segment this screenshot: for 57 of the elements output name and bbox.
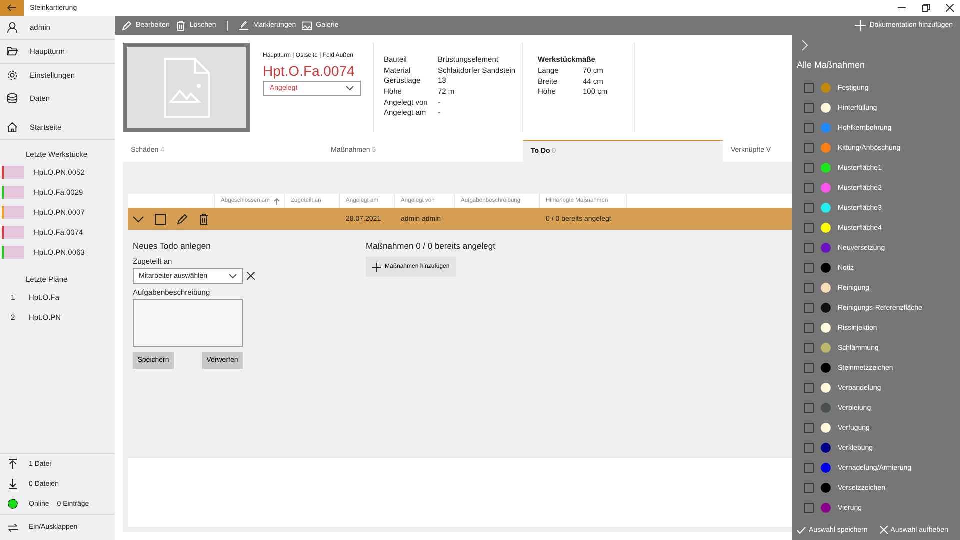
checkbox[interactable]: [804, 343, 814, 353]
maximize-icon[interactable]: [922, 4, 930, 12]
sort-arrow-icon: [274, 198, 280, 204]
chevron-down-icon: [346, 86, 354, 91]
back-button[interactable]: [0, 0, 24, 16]
checkbox[interactable]: [804, 363, 814, 373]
checkbox[interactable]: [804, 103, 814, 113]
trash-icon[interactable]: [199, 214, 209, 224]
upload-icon: [8, 459, 18, 469]
checkbox[interactable]: [804, 123, 814, 133]
form-title: Neues Todo anlegen: [133, 241, 212, 251]
checkbox[interactable]: [804, 443, 814, 453]
close-icon[interactable]: [946, 4, 954, 12]
panel-title: Alle Maßnahmen: [797, 60, 866, 70]
plus-icon: [372, 262, 381, 272]
measures-heading: Maßnahmen 0 / 0 bereits angelegt: [366, 241, 496, 251]
home-icon: [7, 122, 18, 133]
checkbox[interactable]: [804, 223, 814, 233]
checkbox[interactable]: [804, 323, 814, 333]
image-file-icon: [162, 56, 210, 118]
back-arrow-icon: [7, 4, 17, 12]
checkbox[interactable]: [804, 383, 814, 393]
image-icon: [302, 20, 312, 30]
checkbox[interactable]: [804, 283, 814, 293]
trash-icon: [176, 20, 186, 30]
checkbox[interactable]: [804, 183, 814, 193]
chevron-icon[interactable]: [133, 214, 144, 224]
checkbox[interactable]: [804, 203, 814, 213]
checkbox[interactable]: [804, 483, 814, 493]
clear-icon[interactable]: [247, 272, 255, 280]
download-icon: [8, 479, 18, 489]
signature-pen-icon: [239, 20, 250, 30]
close-icon: [880, 526, 888, 534]
folder-icon: [7, 46, 18, 57]
piece-id: Hpt.O.Fa.0074: [263, 63, 356, 79]
description-field[interactable]: [133, 299, 243, 347]
plus-icon: [854, 20, 866, 31]
checkbox[interactable]: [804, 403, 814, 413]
checkbox[interactable]: [804, 303, 814, 313]
chevron-down-icon: [229, 274, 237, 278]
user-icon: [7, 22, 18, 33]
pencil-icon[interactable]: [177, 214, 188, 224]
checkbox[interactable]: [804, 263, 814, 273]
checkbox[interactable]: [804, 423, 814, 433]
checkbox[interactable]: [804, 83, 814, 93]
checkbox[interactable]: [804, 143, 814, 153]
checkmark-icon: [797, 526, 806, 534]
swap-arrows-icon: [8, 522, 18, 532]
chevron-right-icon[interactable]: [802, 40, 808, 51]
checkbox[interactable]: [804, 463, 814, 473]
checkbox[interactable]: [155, 214, 166, 224]
checkbox[interactable]: [804, 503, 814, 513]
database-icon: [7, 93, 18, 104]
settings-icon: [7, 70, 18, 81]
checkbox[interactable]: [804, 243, 814, 253]
pencil-icon: [122, 20, 132, 30]
checkbox[interactable]: [804, 163, 814, 173]
